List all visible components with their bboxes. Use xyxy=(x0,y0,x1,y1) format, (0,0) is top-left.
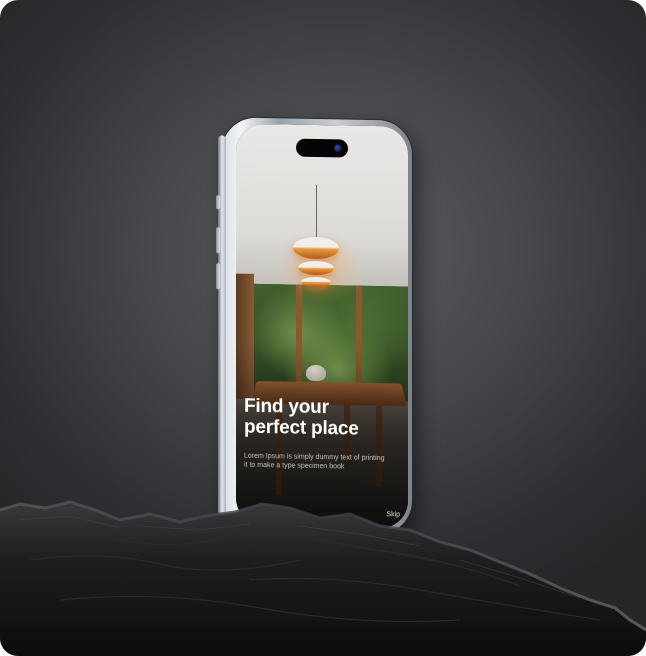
onboarding-description: Lorem Ipsum is simply dummy text of prin… xyxy=(244,452,392,473)
volume-up-button xyxy=(216,227,220,254)
mockup-canvas: Find your perfect place Lorem Ipsum is s… xyxy=(0,0,646,656)
headline-line: perfect place xyxy=(244,416,359,440)
rock-pedestal xyxy=(0,500,646,656)
dynamic-island xyxy=(296,138,348,158)
front-camera-icon xyxy=(334,144,342,153)
action-button xyxy=(216,195,220,210)
phone-mockup: Find your perfect place Lorem Ipsum is s… xyxy=(216,117,412,535)
phone-screen: Find your perfect place Lorem Ipsum is s… xyxy=(236,123,408,529)
onboarding-headline: Find your perfect place xyxy=(244,396,404,441)
headline-line: Find your xyxy=(244,395,329,419)
volume-down-button xyxy=(216,263,220,290)
